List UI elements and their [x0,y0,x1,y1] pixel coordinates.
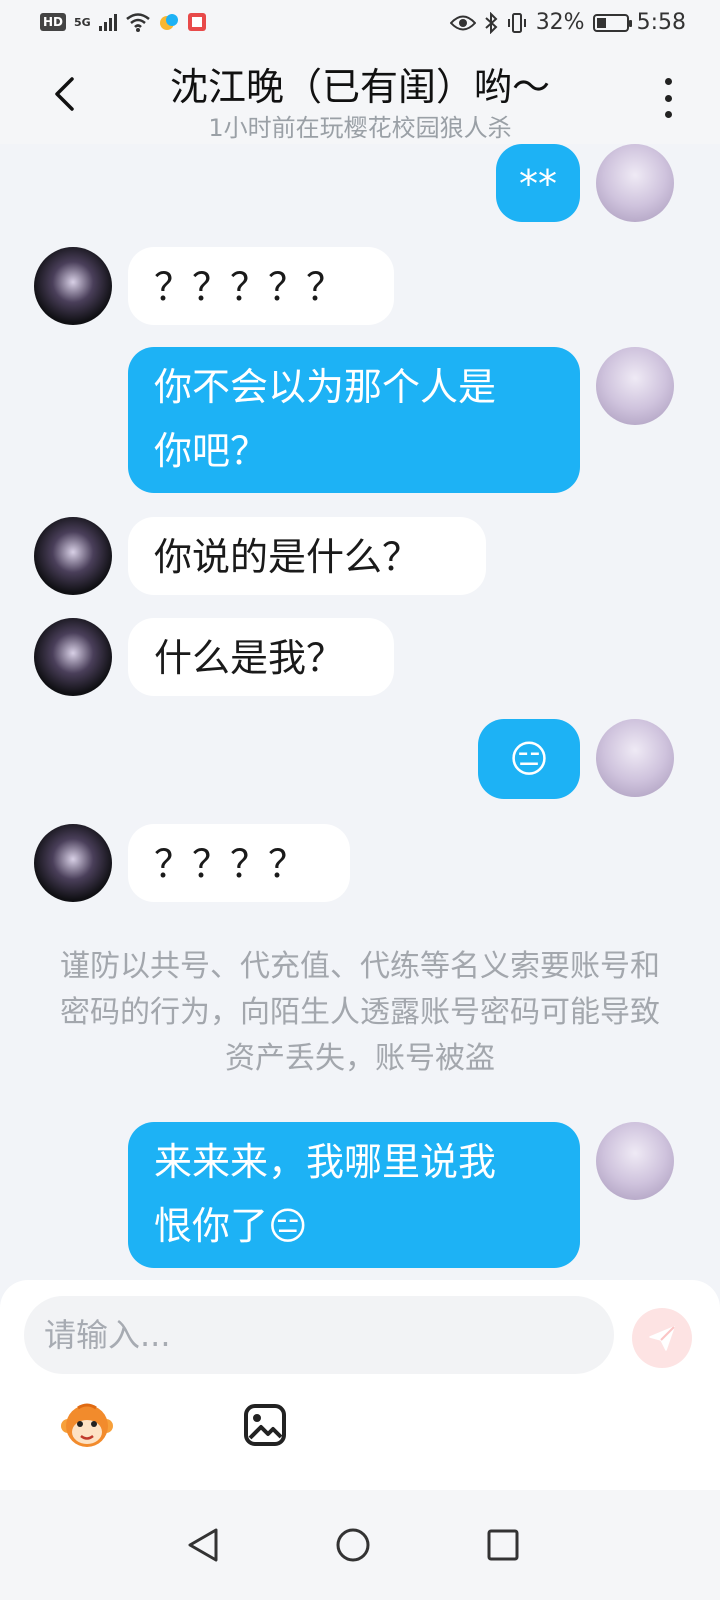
my-avatar[interactable] [596,719,674,797]
clock: 5:58 [636,10,686,35]
message-bubble-sent[interactable]: 来来来，我哪里说我 恨你了😑 [128,1122,580,1268]
eye-icon [449,15,476,30]
system-nav-bar [0,1490,720,1600]
vibrate-icon [507,12,526,33]
safety-notice: 谨防以共号、代充值、代练等名义索要账号和密码的行为，向陌生人透露账号密码可能导致… [60,949,660,1076]
my-avatar[interactable] [596,347,674,425]
wifi-icon [125,13,150,32]
square-recents-icon [487,1529,519,1561]
sticker-button[interactable] [60,1398,114,1452]
contact-avatar[interactable] [34,517,112,595]
my-avatar[interactable] [596,1122,674,1200]
message-input[interactable]: 请输入... [24,1296,614,1374]
chat-area[interactable]: ** ？？？？？ 你不会以为那个人是 你吧？ 你说的是什么？ 什么是我？ 😑 ？… [0,144,720,1304]
message-bubble-received[interactable]: ？？？？ [128,824,350,902]
circle-home-icon [336,1528,370,1562]
contact-avatar[interactable] [34,618,112,696]
triangle-back-icon [188,1528,218,1562]
nav-back-button[interactable] [178,1520,228,1570]
status-right: 32% 5:58 [449,10,686,35]
signal-icon [98,13,117,31]
bluetooth-icon [485,11,498,34]
chat-subtitle: 1小时前在玩樱花校园狼人杀 [208,114,512,142]
image-icon [244,1404,286,1446]
battery-icon [592,13,632,32]
composer: 请输入... [0,1280,720,1490]
message-bubble-received[interactable]: ？？？？？ [128,247,394,325]
send-icon [649,1326,675,1351]
my-avatar[interactable] [596,144,674,222]
network-label: 5G [74,15,91,29]
chat-title: 沈江晚（已有闺）哟～ [169,65,550,109]
status-bar: HD 5G 32% 5:58 [0,0,720,48]
send-button[interactable] [632,1308,692,1368]
contact-avatar[interactable] [34,824,112,902]
battery-percent: 32% [535,10,585,35]
nav-recents-button[interactable] [478,1520,528,1570]
chat-header: 沈江晚（已有闺）哟～ 1小时前在玩樱花校园狼人杀 [0,48,720,144]
back-button[interactable] [44,72,84,116]
message-bubble-sent[interactable]: 😑 [478,719,580,799]
back-arrow-icon [55,77,74,111]
more-options-button[interactable] [656,78,680,118]
hd-badge: HD [40,13,67,31]
contact-avatar[interactable] [34,247,112,325]
message-bubble-sent[interactable]: ** [496,144,580,222]
message-bubble-received[interactable]: 你说的是什么？ [128,517,486,595]
monkey-sticker-icon [61,1403,113,1447]
app-notification-icon [159,14,178,30]
image-button[interactable] [238,1398,292,1452]
message-bubble-received[interactable]: 什么是我？ [128,618,394,696]
more-vertical-icon [664,78,672,85]
message-bubble-sent[interactable]: 你不会以为那个人是 你吧？ [128,347,580,493]
message-notification-icon [187,13,206,31]
status-left: HD 5G [40,12,207,32]
nav-home-button[interactable] [328,1520,378,1570]
